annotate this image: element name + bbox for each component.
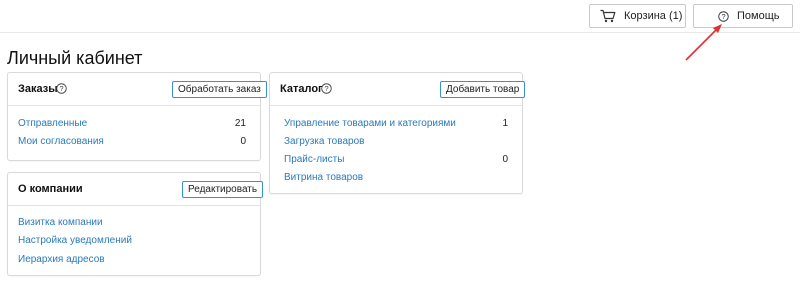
page-title: Личный кабинет [7,48,143,68]
catalog-card-header: Каталог ? Добавить товар [270,73,526,106]
question-circle-icon[interactable]: ? [321,83,332,94]
cart-button[interactable]: Корзина (1) [589,4,686,28]
company-card-title: О компании [18,183,83,195]
list-item: Отправленные 21 [8,116,260,132]
address-hierarchy-link[interactable]: Иерархия адресов [18,253,105,266]
company-card: О компании Редактировать Визитка компани… [7,172,264,276]
question-circle-icon[interactable]: ? [56,83,67,94]
orders-card-title: Заказы [18,83,58,95]
list-item: Управление товарами и категориями 1 [270,116,522,132]
product-showcase-link[interactable]: Витрина товаров [284,171,363,184]
sent-orders-link[interactable]: Отправленные [18,117,87,130]
catalog-card: Каталог ? Добавить товар Управление това… [269,72,526,194]
edit-company-button[interactable]: Редактировать [182,181,264,198]
notification-settings-link[interactable]: Настройка уведомлений [18,234,132,247]
cart-button-label: Корзина (1) [624,10,683,22]
price-lists-count: 0 [502,154,508,165]
list-item: Настройка уведомлений [8,233,260,249]
my-approvals-link[interactable]: Мои согласования [18,135,104,148]
red-arrow-icon [685,24,722,61]
list-item: Витрина товаров [270,170,522,186]
list-item: Загрузка товаров [270,134,522,150]
manage-products-link[interactable]: Управление товарами и категориями [284,117,456,130]
process-order-button[interactable]: Обработать заказ [172,81,267,98]
help-button-label: Помощь [737,10,780,22]
price-lists-link[interactable]: Прайс-листы [284,153,344,166]
catalog-card-title: Каталог [280,83,323,95]
upload-products-link[interactable]: Загрузка товаров [284,135,364,148]
list-item: Мои согласования 0 [8,134,260,150]
sent-orders-count: 21 [234,118,246,129]
orders-card: Заказы ? Обработать заказ Отправленные 2… [7,72,267,161]
svg-text:?: ? [59,84,63,93]
list-item: Визитка компании [8,215,260,231]
list-item: Прайс-листы 0 [270,152,522,168]
cart-icon [600,9,616,23]
company-card-header: О компании Редактировать [8,173,264,206]
add-product-button[interactable]: Добавить товар [440,81,526,98]
manage-products-count: 1 [502,118,508,129]
svg-text:?: ? [324,84,328,93]
my-approvals-count: 0 [240,136,246,147]
orders-card-header: Заказы ? Обработать заказ [8,73,267,106]
list-item: Иерархия адресов [8,252,260,268]
company-card-link[interactable]: Визитка компании [18,216,103,229]
